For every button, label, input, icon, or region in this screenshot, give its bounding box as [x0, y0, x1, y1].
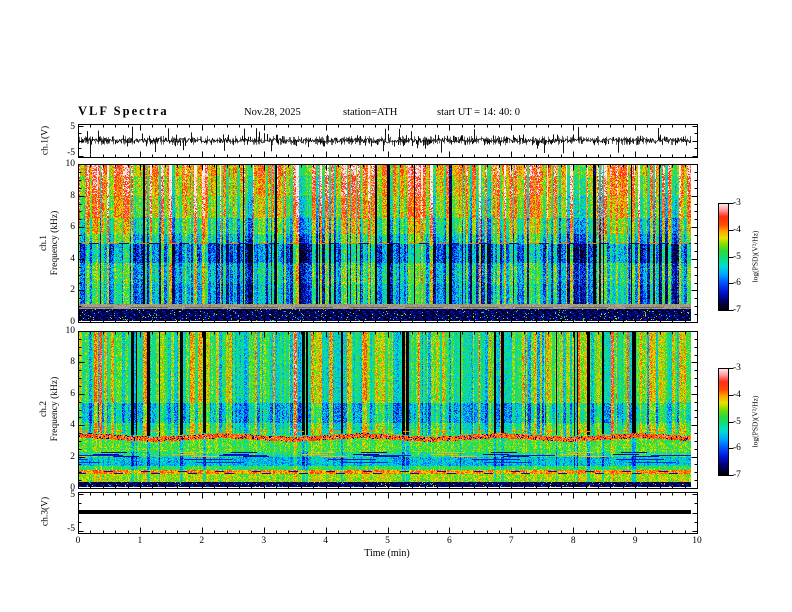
y-tick-label: 6: [70, 222, 75, 233]
colorbar-tick-label: -3: [733, 198, 741, 208]
ch2-colorbar-canvas: [718, 368, 728, 475]
ch1-waveform-ylabel: ch.1(V): [40, 125, 51, 156]
x-tick-label: 3: [261, 536, 267, 546]
colorbar-tick-label: -4: [733, 389, 741, 400]
colorbar-tick-label: -6: [733, 278, 741, 289]
figure-title: VLF Spectra: [78, 104, 169, 118]
ch2-spectrogram-ylabel-line1: ch.2: [39, 400, 49, 418]
ch1-spectrogram-canvas: [79, 165, 691, 321]
y-tick-label: 4: [70, 420, 75, 431]
y-tick-label: 8: [70, 357, 75, 368]
y-tick-label: 0: [70, 483, 75, 493]
y-tick-label: -5: [67, 148, 75, 158]
colorbar-tick-label: -7: [733, 470, 741, 480]
ch1-colorbar-canvas: [718, 203, 728, 310]
colorbar-tick-label: -4: [733, 224, 741, 235]
ch1-spectrogram-ylabel-line2: Frequency (kHz): [50, 210, 60, 276]
y-tick-label: 2: [70, 285, 75, 296]
vlf-spectra-figure: VLF Spectra Nov.28, 2025 station=ATH sta…: [0, 0, 792, 612]
x-tick-label: 6: [447, 536, 452, 546]
ch1-spectrogram-ylabel-line1: ch.1: [39, 234, 49, 252]
time-axis-label: Time (min): [364, 548, 410, 559]
ch2-spectrogram-ylabel: ch.2 Frequency (kHz): [39, 339, 61, 479]
colorbar-tick-label: -5: [733, 416, 741, 427]
y-tick-label: 6: [70, 388, 75, 399]
x-tick-label: 9: [632, 536, 638, 546]
start-ut-label: start UT = 14: 40: 0: [437, 107, 521, 118]
x-tick-label: 0: [75, 536, 81, 546]
x-tick-label: 4: [323, 536, 328, 546]
colorbar-tick-label: -7: [733, 305, 741, 315]
ch1-waveform-canvas: [79, 125, 691, 156]
x-tick-label: 2: [199, 536, 205, 546]
y-tick-label: 8: [70, 190, 75, 201]
y-tick-label: 10: [65, 326, 76, 336]
ch3-waveform-ylabel: ch.3(V): [40, 496, 51, 527]
x-tick-label: 8: [570, 536, 576, 546]
date-label: Nov.28, 2025: [244, 107, 301, 118]
ch2-spectrogram-canvas: [79, 332, 691, 487]
y-tick-label: 2: [70, 451, 75, 462]
ch1-colorbar-label: log(PSD)(V²/Hz): [750, 230, 760, 283]
ch1-spectrogram-ylabel: ch.1 Frequency (kHz): [39, 173, 61, 313]
y-tick-label: 5: [70, 122, 75, 132]
colorbar-tick-label: -6: [733, 443, 741, 454]
x-tick-label: 5: [385, 536, 390, 546]
y-tick-label: 10: [65, 159, 76, 169]
x-tick-label: 1: [137, 536, 143, 546]
ch2-colorbar-label: log(PSD)(V²/Hz): [750, 395, 760, 448]
x-tick-label: 7: [508, 536, 514, 546]
x-tick-label: 10: [692, 536, 702, 546]
colorbar-tick-label: -5: [733, 251, 741, 262]
ch3-waveform-canvas: [79, 493, 691, 532]
y-tick-label: 4: [70, 253, 75, 264]
ch2-spectrogram-ylabel-line2: Frequency (kHz): [50, 376, 60, 442]
colorbar-tick-label: -3: [733, 363, 741, 373]
y-tick-label: -5: [67, 524, 75, 534]
station-label: station=ATH: [343, 107, 398, 118]
